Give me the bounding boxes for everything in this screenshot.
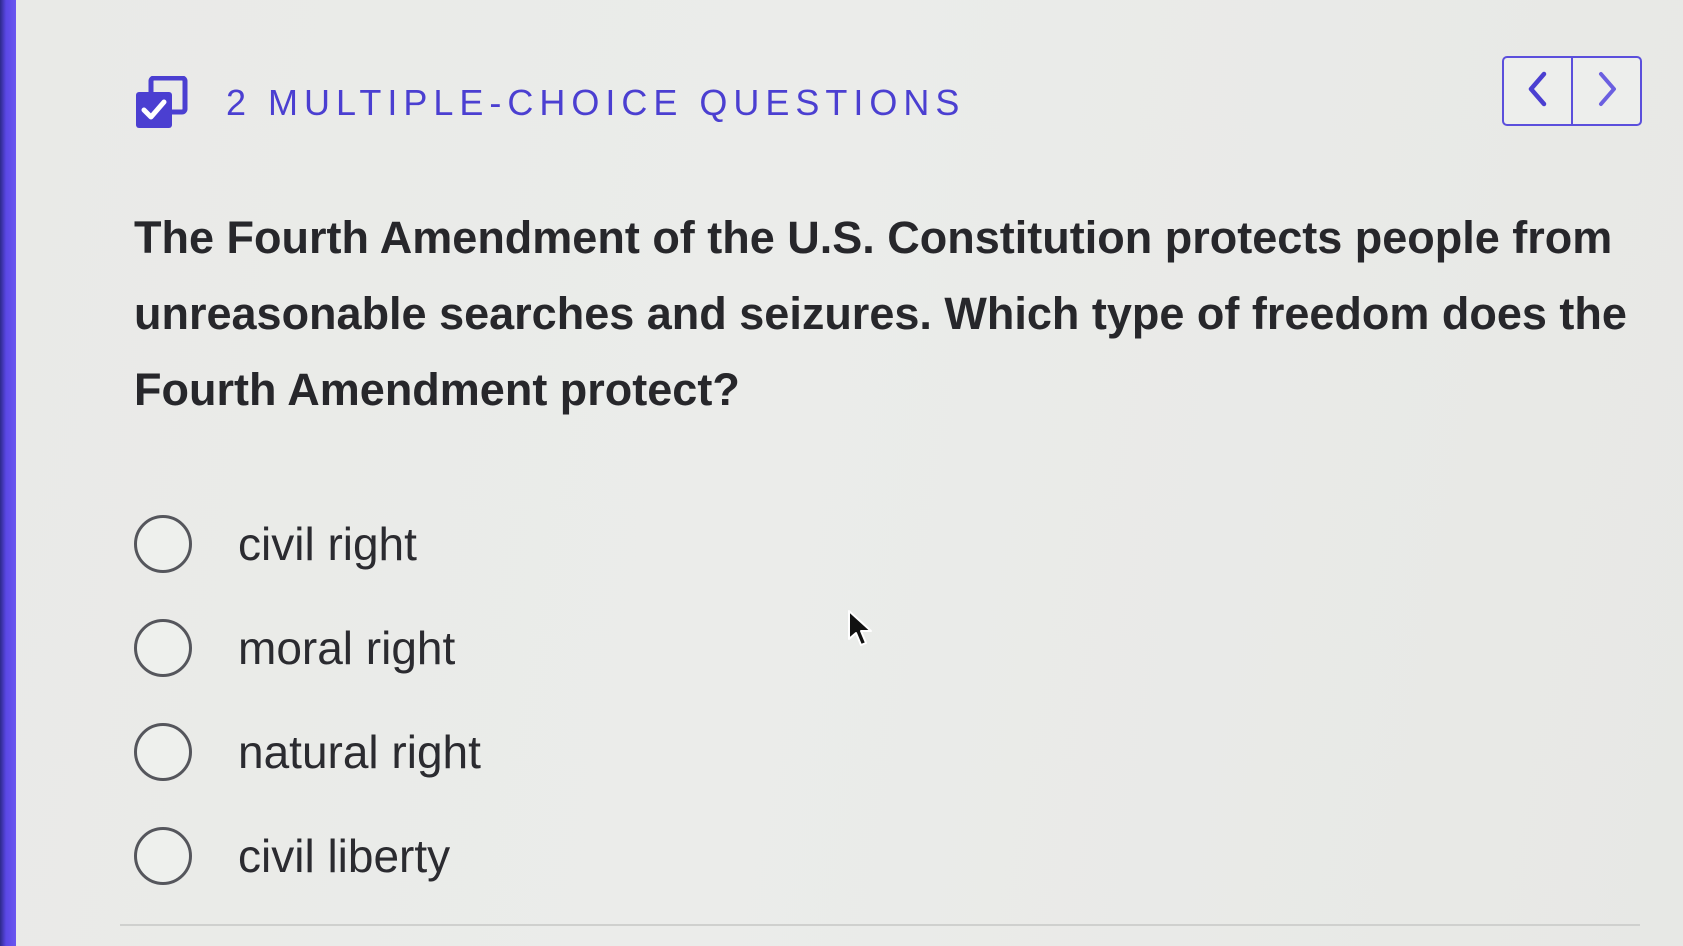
radio-button[interactable] <box>134 515 192 573</box>
answer-label: moral right <box>238 622 456 674</box>
answer-label: natural right <box>238 726 481 778</box>
question-navigation <box>1502 56 1642 126</box>
chevron-left-icon <box>1526 71 1550 112</box>
divider <box>120 924 1640 926</box>
answer-label: civil right <box>238 518 417 570</box>
answer-options: civil right moral right natural right ci… <box>134 492 1034 908</box>
answer-option-natural-right[interactable]: natural right <box>134 700 1034 804</box>
answer-option-moral-right[interactable]: moral right <box>134 596 1034 700</box>
previous-question-button[interactable] <box>1504 58 1571 124</box>
section-title: 2 MULTIPLE-CHOICE QUESTIONS <box>226 82 966 123</box>
radio-button[interactable] <box>134 619 192 677</box>
answer-option-civil-right[interactable]: civil right <box>134 492 1034 596</box>
answer-option-civil-liberty[interactable]: civil liberty <box>134 804 1034 908</box>
chevron-right-icon <box>1595 71 1619 112</box>
next-question-button[interactable] <box>1571 58 1640 124</box>
left-accent-bar <box>0 0 16 946</box>
question-header: 2 MULTIPLE-CHOICE QUESTIONS <box>134 74 965 132</box>
answer-label: civil liberty <box>238 830 451 882</box>
question-text: The Fourth Amendment of the U.S. Constit… <box>134 212 1627 415</box>
radio-button[interactable] <box>134 827 192 885</box>
radio-button[interactable] <box>134 723 192 781</box>
mouse-pointer-icon <box>846 609 876 649</box>
checkbox-stack-icon <box>134 75 188 130</box>
